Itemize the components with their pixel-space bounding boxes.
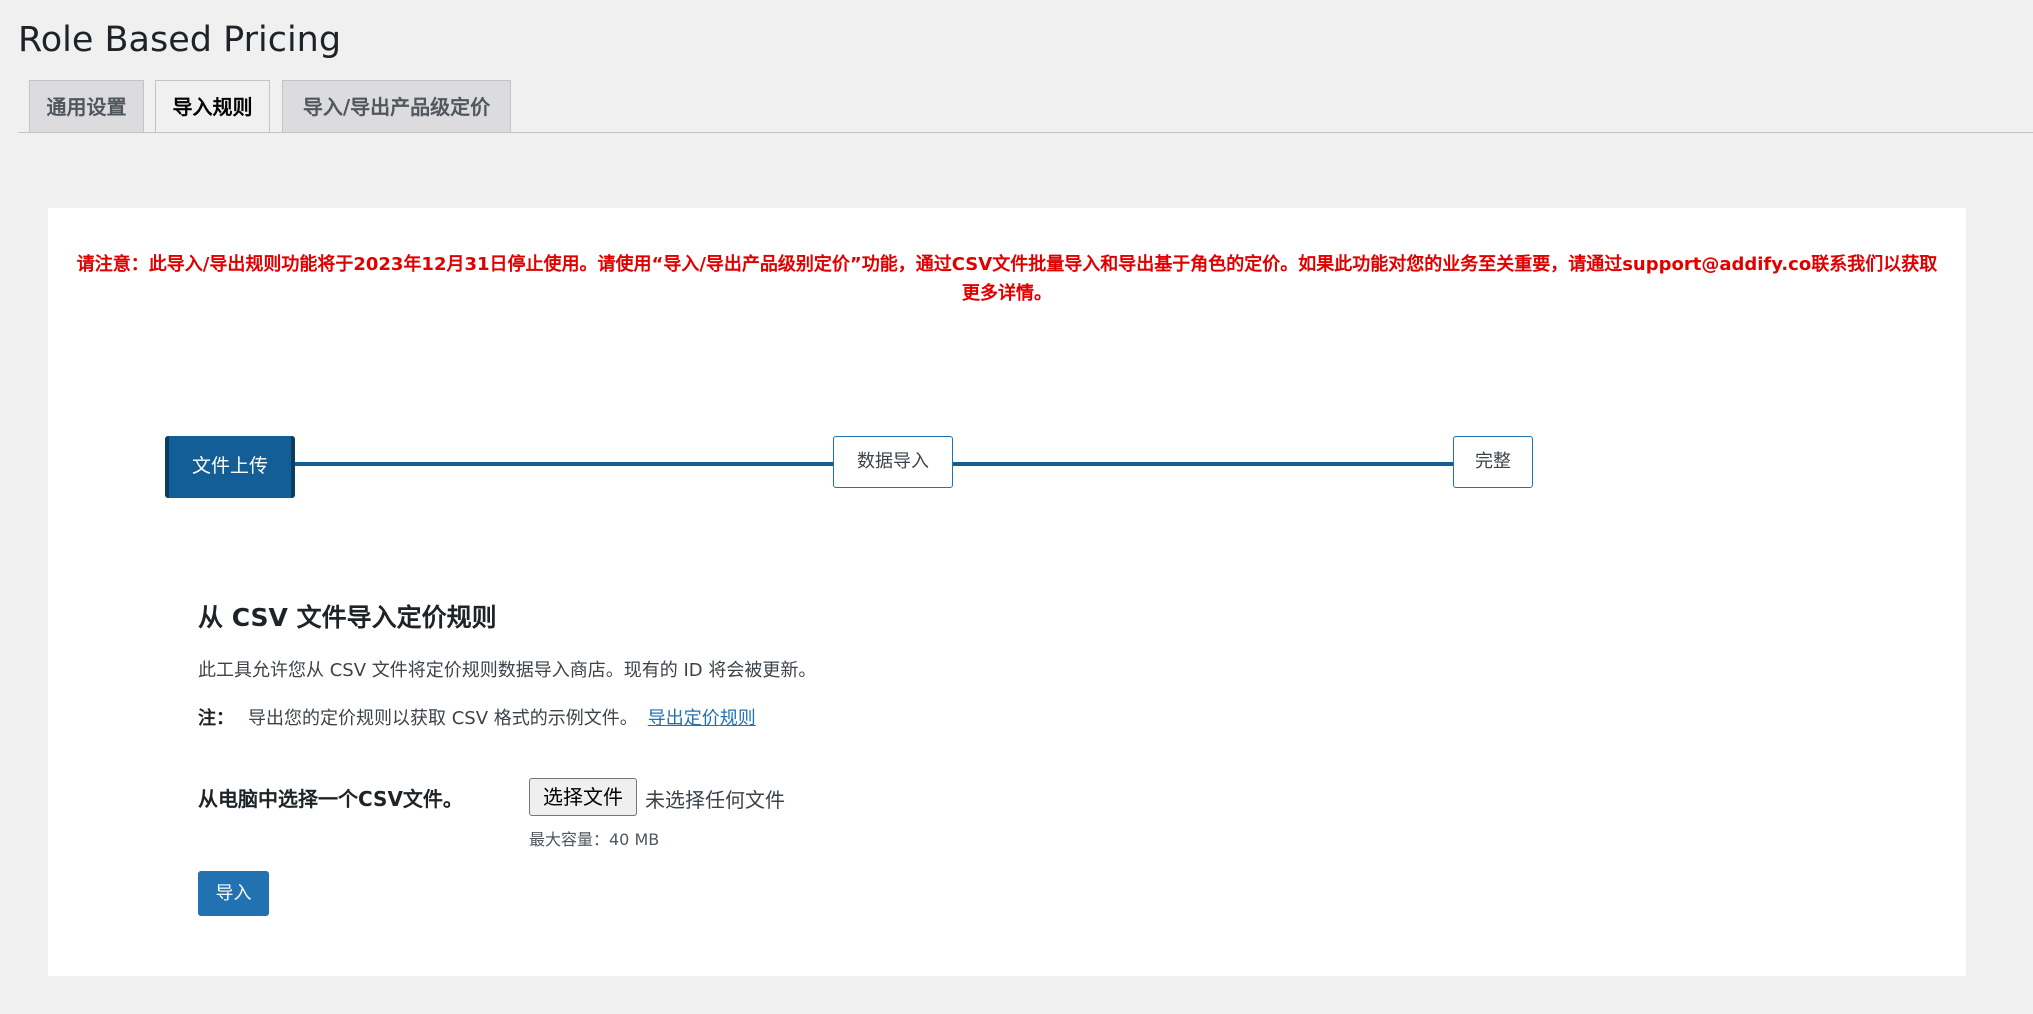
step-connector-2 [951,462,1502,466]
choose-file-button[interactable]: 选择文件 [529,778,637,816]
note-row: 注： 导出您的定价规则以获取 CSV 格式的示例文件。 导出定价规则 [198,704,756,730]
tab-bar-divider [18,132,2033,133]
step-complete: 完整 [1453,436,1533,488]
note-text: 导出您的定价规则以获取 CSV 格式的示例文件。 [248,708,638,729]
max-size-hint: 最大容量：40 MB [529,830,660,849]
note-label: 注： [198,708,234,729]
file-status: 未选择任何文件 [645,788,785,812]
page-title: Role Based Pricing [18,20,342,60]
export-pricing-rules-link[interactable]: 导出定价规则 [648,708,756,729]
section-description: 此工具允许您从 CSV 文件将定价规则数据导入商店。现有的 ID 将会被更新。 [198,660,817,681]
section-title: 从 CSV 文件导入定价规则 [198,603,497,632]
tab-import-export-product-pricing[interactable]: 导入/导出产品级定价 [282,80,511,132]
deprecation-notice: 请注意：此导入/导出规则功能将于2023年12月31日停止使用。请使用“导入/导… [76,254,1938,304]
file-select-label: 从电脑中选择一个CSV文件。 [198,787,463,811]
tab-general-settings[interactable]: 通用设置 [29,80,144,132]
step-data-import: 数据导入 [833,436,953,488]
step-file-upload: 文件上传 [165,436,295,498]
tab-import-rules[interactable]: 导入规则 [155,80,270,133]
import-button[interactable]: 导入 [198,871,269,916]
step-connector-1 [293,462,881,466]
import-panel: 请注意：此导入/导出规则功能将于2023年12月31日停止使用。请使用“导入/导… [48,208,1966,976]
